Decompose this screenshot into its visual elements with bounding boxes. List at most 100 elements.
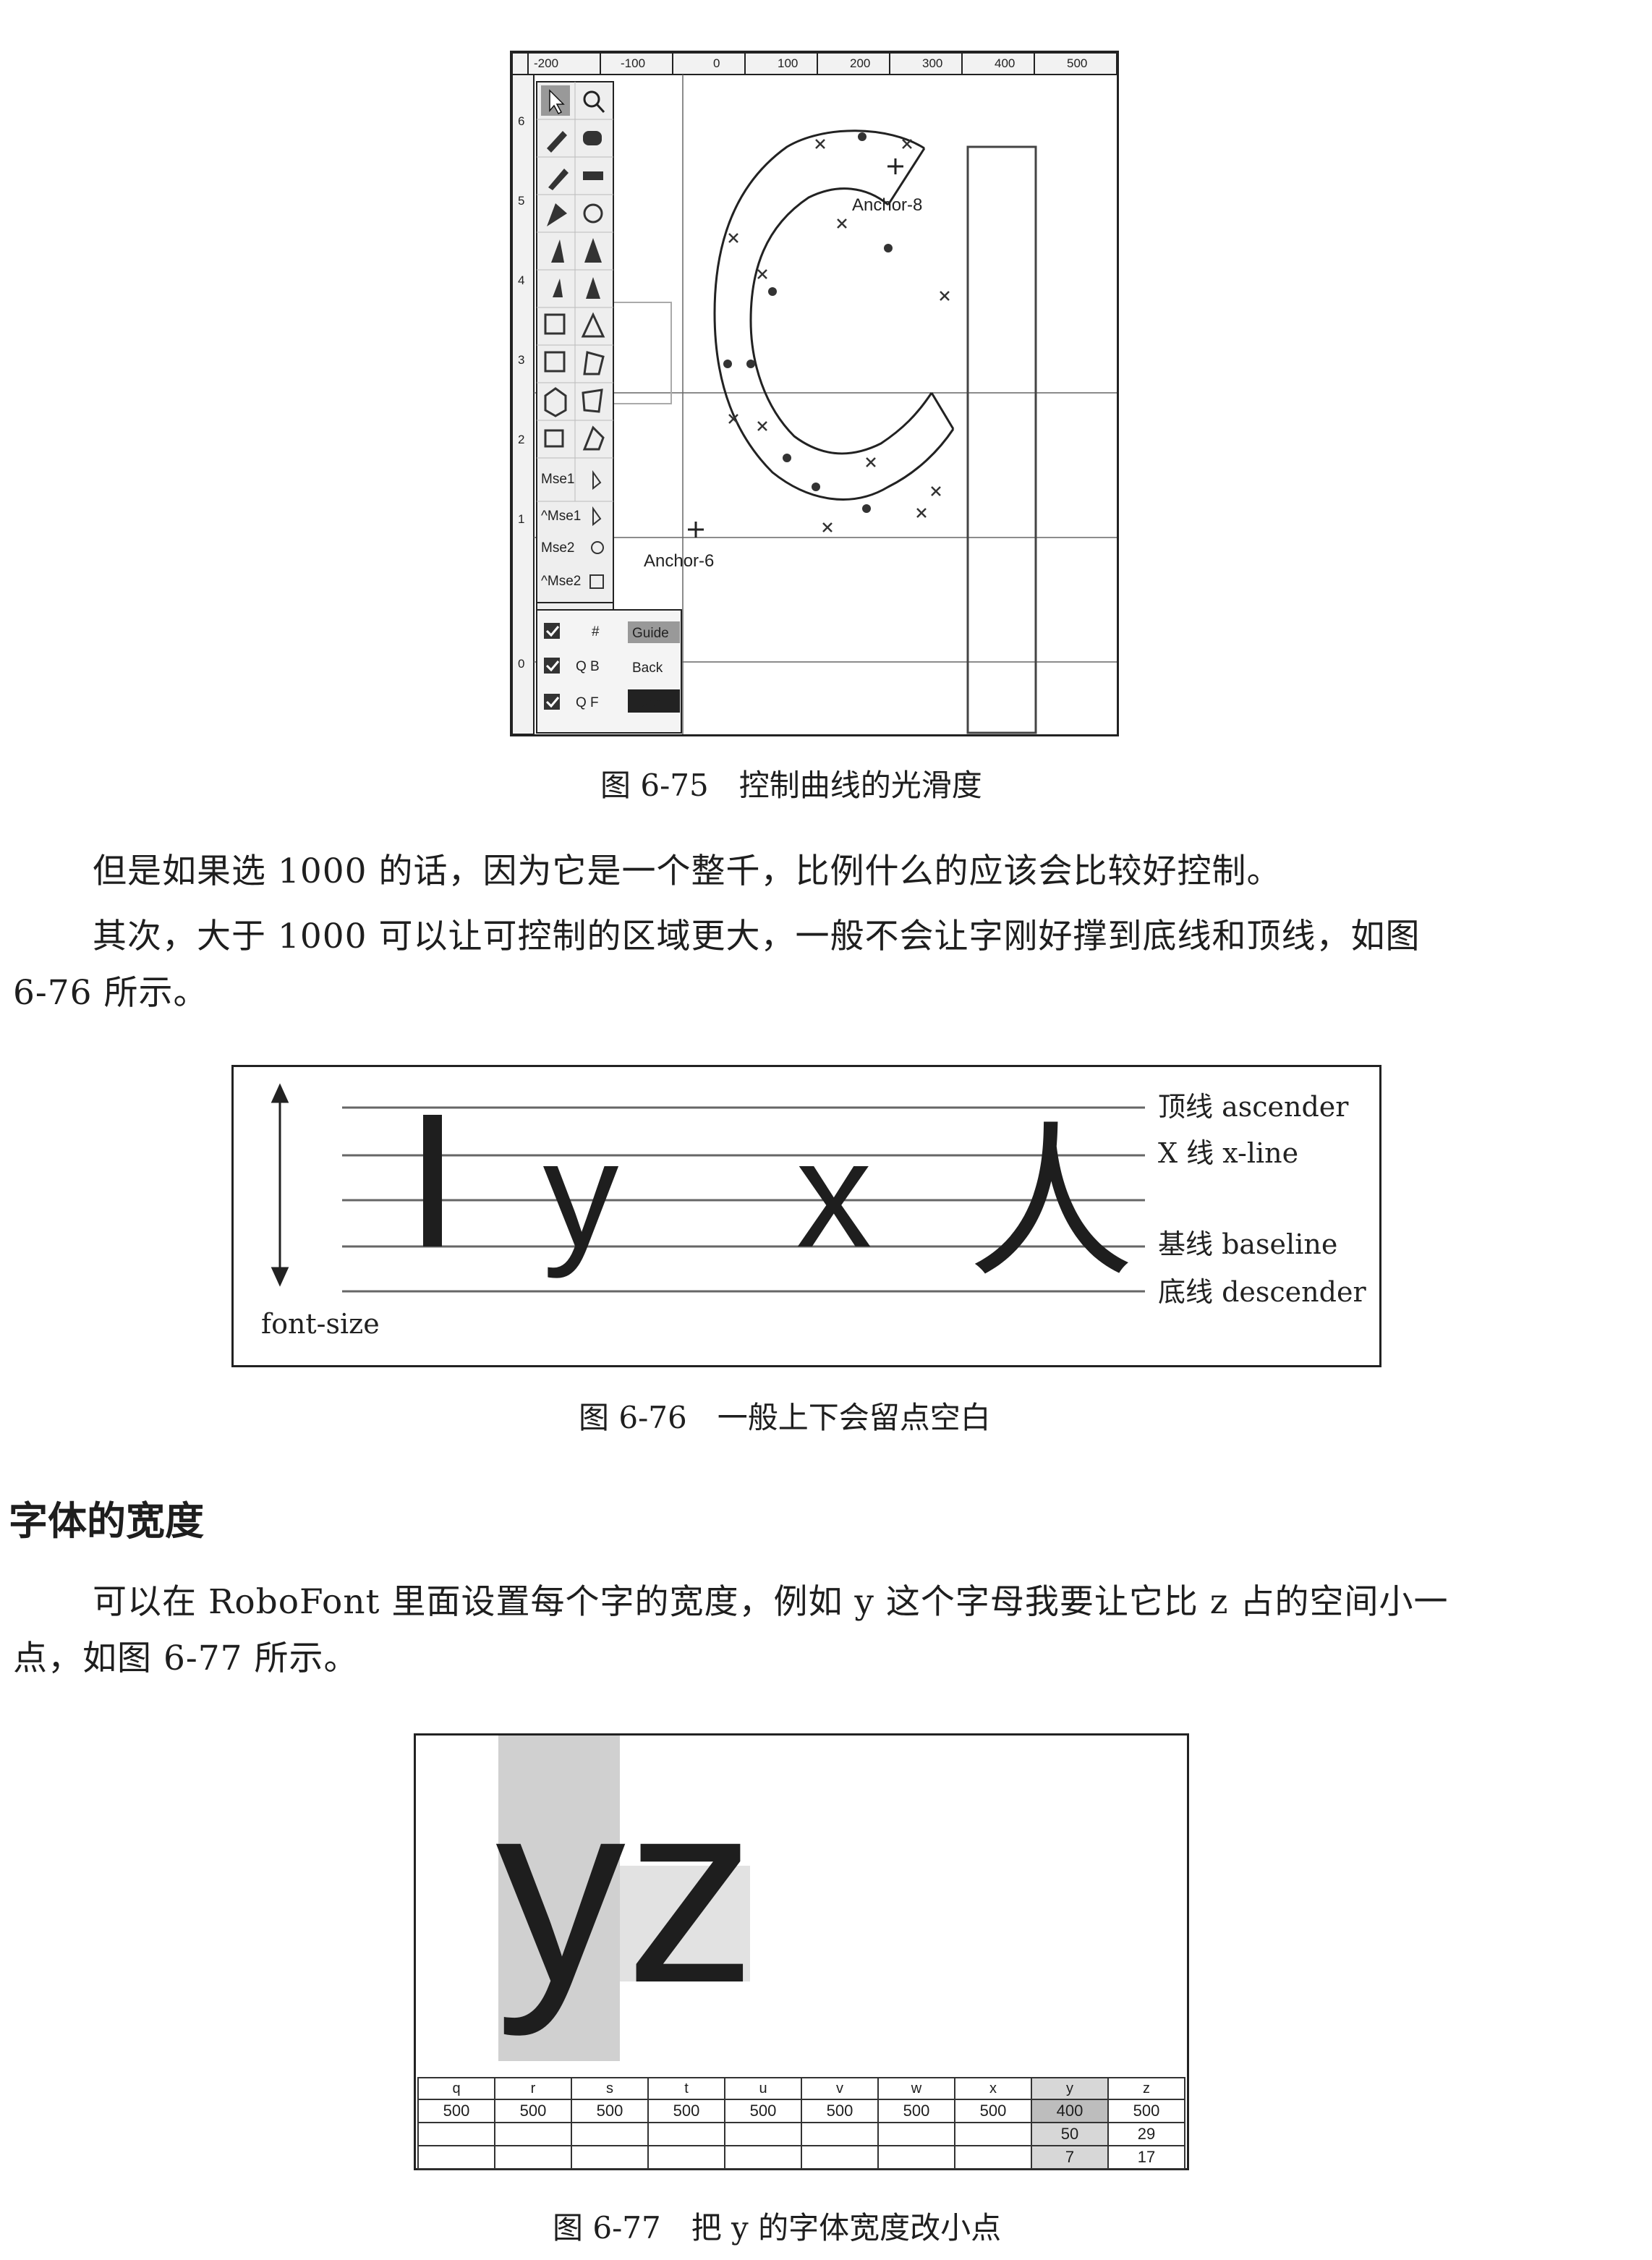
glyph-ren: 人: [968, 1108, 1134, 1301]
table-header: u: [724, 2077, 802, 2100]
table-cell: [417, 2145, 495, 2170]
table-cell: [877, 2122, 955, 2146]
glyph-stem: [966, 145, 1037, 734]
figure-6-75: -200 -100 0 100 200 300 400 500 6 5 4 3 …: [510, 51, 1119, 736]
left-ruler-label: 1: [518, 512, 524, 526]
tool-label: Mse2: [541, 540, 574, 556]
table-cell: [494, 2122, 572, 2146]
font-size-arrow: [271, 1083, 289, 1287]
table-header: s: [571, 2077, 649, 2100]
left-ruler-label: 0: [518, 657, 524, 671]
left-ruler-label: 6: [518, 114, 524, 128]
table-header: q: [417, 2077, 495, 2100]
table-cell: 7: [1031, 2145, 1109, 2170]
table-cell: [801, 2122, 879, 2146]
glyph-preview: y z: [495, 1746, 756, 2039]
ruler-label: 100: [778, 56, 798, 70]
table-row: 500 500 500 500 500 500 500 500 400 500: [417, 2099, 1185, 2123]
ascender-label: 顶线 ascender: [1158, 1091, 1349, 1123]
glyph-l: [423, 1115, 442, 1246]
paragraph-2-line-1: 其次，大于 1000 可以让可控制的区域更大，一般不会让字刚好撑到底线和顶线，如…: [93, 917, 1421, 956]
table-header: z: [1107, 2077, 1185, 2100]
layer-name: Back: [632, 660, 663, 676]
glyph-width-table: q r s t u v w x y z 500 500 500 500 500 …: [417, 2077, 1185, 2170]
left-ruler-label: 5: [518, 194, 524, 208]
table-cell[interactable]: 500: [494, 2099, 572, 2123]
figure-6-77-caption: 图 6-77 把 y 的字体宽度改小点: [553, 2210, 1002, 2246]
layer-name: Guide: [632, 626, 669, 641]
table-cell: [724, 2122, 802, 2146]
table-cell[interactable]: 500: [571, 2099, 649, 2123]
left-ruler-label: 3: [518, 353, 524, 367]
tool-label: ^Mse2: [541, 574, 581, 589]
table-cell[interactable]: 500: [724, 2099, 802, 2123]
figure-6-76-caption: 图 6-76 一般上下会留点空白: [579, 1400, 991, 1435]
table-cell[interactable]: 500: [954, 2099, 1032, 2123]
table-cell[interactable]: 500: [1107, 2099, 1185, 2123]
ruler-label: 300: [922, 56, 942, 70]
table-cell: [877, 2145, 955, 2170]
figure-6-75-caption: 图 6-75 控制曲线的光滑度: [600, 768, 982, 803]
table-cell: 29: [1107, 2122, 1185, 2146]
table-row: 7 17: [417, 2145, 1185, 2170]
table-cell: [571, 2145, 649, 2170]
table-cell: [647, 2122, 725, 2146]
ruler-label: -100: [621, 56, 645, 70]
figure-6-76: font-size y x 人 顶线 ascender X 线 x-line 基…: [231, 1065, 1381, 1367]
tool-label: Mse1: [541, 472, 574, 487]
glyph-x: x: [796, 1109, 872, 1279]
xline-label: X 线 x-line: [1158, 1137, 1298, 1169]
table-header: r: [494, 2077, 572, 2100]
paragraph-3-line-2: 点，如图 6-77 所示。: [13, 1639, 359, 1678]
tool-label: ^Mse1: [541, 509, 581, 524]
layer-keys: Q B: [576, 659, 600, 674]
anchor-6-label: Anchor-6: [644, 551, 714, 571]
table-cell[interactable]: 500: [417, 2099, 495, 2123]
table-cell: [954, 2122, 1032, 2146]
table-cell[interactable]: 500: [647, 2099, 725, 2123]
table-cell[interactable]: 500: [801, 2099, 879, 2123]
table-row: q r s t u v w x y z: [417, 2077, 1185, 2100]
glyph-y: y: [543, 1109, 619, 1279]
ruler-label: 200: [850, 56, 870, 70]
paragraph-3-line-1: 可以在 RoboFont 里面设置每个字的宽度，例如 y 这个字母我要让它比 z…: [93, 1582, 1449, 1622]
left-ruler-label: 4: [518, 273, 524, 287]
table-cell: 17: [1107, 2145, 1185, 2170]
section-heading: 字体的宽度: [9, 1498, 204, 1544]
left-ruler-label: 2: [518, 433, 524, 446]
glyph-editor: -200 -100 0 100 200 300 400 500 6 5 4 3 …: [512, 53, 1117, 734]
paragraph-1: 但是如果选 1000 的话，因为它是一个整千，比例什么的应该会比较好控制。: [93, 851, 1282, 891]
table-cell: [647, 2145, 725, 2170]
table-cell: [571, 2122, 649, 2146]
table-cell: [801, 2145, 879, 2170]
table-row: 50 29: [417, 2122, 1185, 2146]
ruler-label: -200: [534, 56, 558, 70]
ruler-label: 400: [995, 56, 1015, 70]
table-cell-selected[interactable]: 400: [1031, 2099, 1109, 2123]
anchor-8-label: Anchor-8: [852, 195, 922, 215]
table-cell: [954, 2145, 1032, 2170]
layer-name: Fore: [632, 695, 660, 710]
paragraph-2-line-2: 6-76 所示。: [13, 973, 208, 1013]
layer-keys: #: [592, 624, 600, 640]
table-header: x: [954, 2077, 1032, 2100]
font-size-label: font-size: [261, 1308, 380, 1340]
baseline-label: 基线 baseline: [1158, 1228, 1337, 1260]
preview-glyph-z: z: [626, 1746, 756, 2037]
table-cell: [494, 2145, 572, 2170]
anchor-8-mark: [887, 158, 903, 174]
ruler-label: 500: [1067, 56, 1087, 70]
figure-6-77: y z q r s t u v w x y z 500 500 500 500 …: [414, 1733, 1189, 2170]
curve-points: [723, 132, 893, 513]
descender-label: 底线 descender: [1158, 1276, 1366, 1308]
table-cell: [417, 2122, 495, 2146]
table-header: v: [801, 2077, 879, 2100]
table-cell[interactable]: 500: [877, 2099, 955, 2123]
table-cell: [724, 2145, 802, 2170]
layer-keys: Q F: [576, 695, 599, 710]
font-metrics-diagram: font-size y x 人 顶线 ascender X 线 x-line 基…: [261, 1083, 1366, 1340]
glyph-c-outline: [713, 129, 955, 501]
table-header: w: [877, 2077, 955, 2100]
table-header: t: [647, 2077, 725, 2100]
tool-palette[interactable]: Mse1 ^Mse1 Mse2 ^Mse2: [536, 81, 614, 647]
